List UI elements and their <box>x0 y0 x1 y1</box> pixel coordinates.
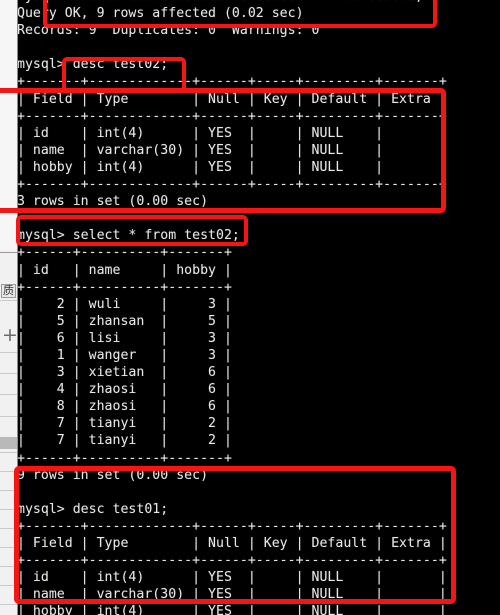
terminal-output-text: mysql> create table test02 as select * f… <box>18 0 447 615</box>
bg-cell-band <box>0 0 17 250</box>
bg-divider-line <box>0 604 17 605</box>
bg-divider-line <box>0 509 17 510</box>
bg-divider-line <box>0 566 17 567</box>
bg-divider-line <box>0 352 17 353</box>
plus-icon[interactable]: + <box>2 326 17 345</box>
bg-divider-line <box>0 373 17 374</box>
mysql-terminal-window[interactable]: mysql> create table test02 as select * f… <box>18 0 500 615</box>
bg-divider-line <box>0 547 17 548</box>
bg-divider-line <box>0 394 17 395</box>
bg-divider-line <box>0 585 17 586</box>
bg-cjk-character: 质 <box>1 284 16 298</box>
background-window-strip: 质 + <box>0 0 18 615</box>
bg-divider-line <box>0 452 17 453</box>
bg-scrollbar-thumb[interactable] <box>0 437 17 449</box>
bg-divider-line <box>0 528 17 529</box>
bg-divider-line <box>0 300 17 301</box>
bg-divider-line <box>0 490 17 491</box>
bg-divider-line <box>0 471 17 472</box>
bg-divider-line <box>0 252 17 253</box>
bg-divider-line <box>0 416 17 417</box>
screenshot-root: 质 + mysql> create table test02 as select… <box>0 0 500 615</box>
